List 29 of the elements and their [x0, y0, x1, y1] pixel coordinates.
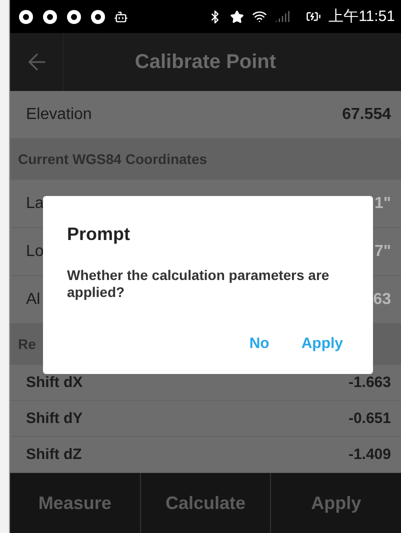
notification-icon	[18, 8, 34, 24]
screen-title: Calibrate Point	[134, 50, 278, 74]
battery-icon	[306, 9, 321, 24]
star-icon	[230, 10, 244, 24]
dialog-button[interactable]: No	[243, 331, 276, 356]
status-time: 上午11:51	[328, 7, 395, 26]
field-label: Al	[26, 290, 40, 308]
field-value: -1.409	[348, 446, 391, 463]
field-value: 63	[373, 290, 391, 308]
signal-icon	[274, 9, 290, 24]
field-label: Elevation	[26, 106, 92, 124]
notification-icon	[42, 8, 58, 24]
notification-icon	[90, 8, 106, 24]
robot-icon	[114, 10, 128, 24]
field-label: Shift dZ	[26, 446, 82, 463]
field-value: -0.651	[348, 410, 391, 427]
dialog-message: Whether the calculation parameters are applied?	[67, 267, 330, 301]
field-value: 67.554	[342, 106, 391, 124]
field-label: Shift dY	[26, 410, 83, 427]
field-label: La	[26, 194, 44, 212]
field-label: Shift dX	[26, 374, 83, 391]
wifi-icon	[252, 9, 267, 24]
field-label: Lo	[26, 242, 44, 260]
field-value: 7"	[374, 242, 391, 260]
field-value: 1"	[374, 194, 391, 212]
notification-icon	[66, 8, 82, 24]
field-value: -1.663	[348, 374, 391, 391]
dialog-button[interactable]: Apply	[295, 331, 349, 356]
dialog-title: Prompt	[67, 224, 131, 245]
